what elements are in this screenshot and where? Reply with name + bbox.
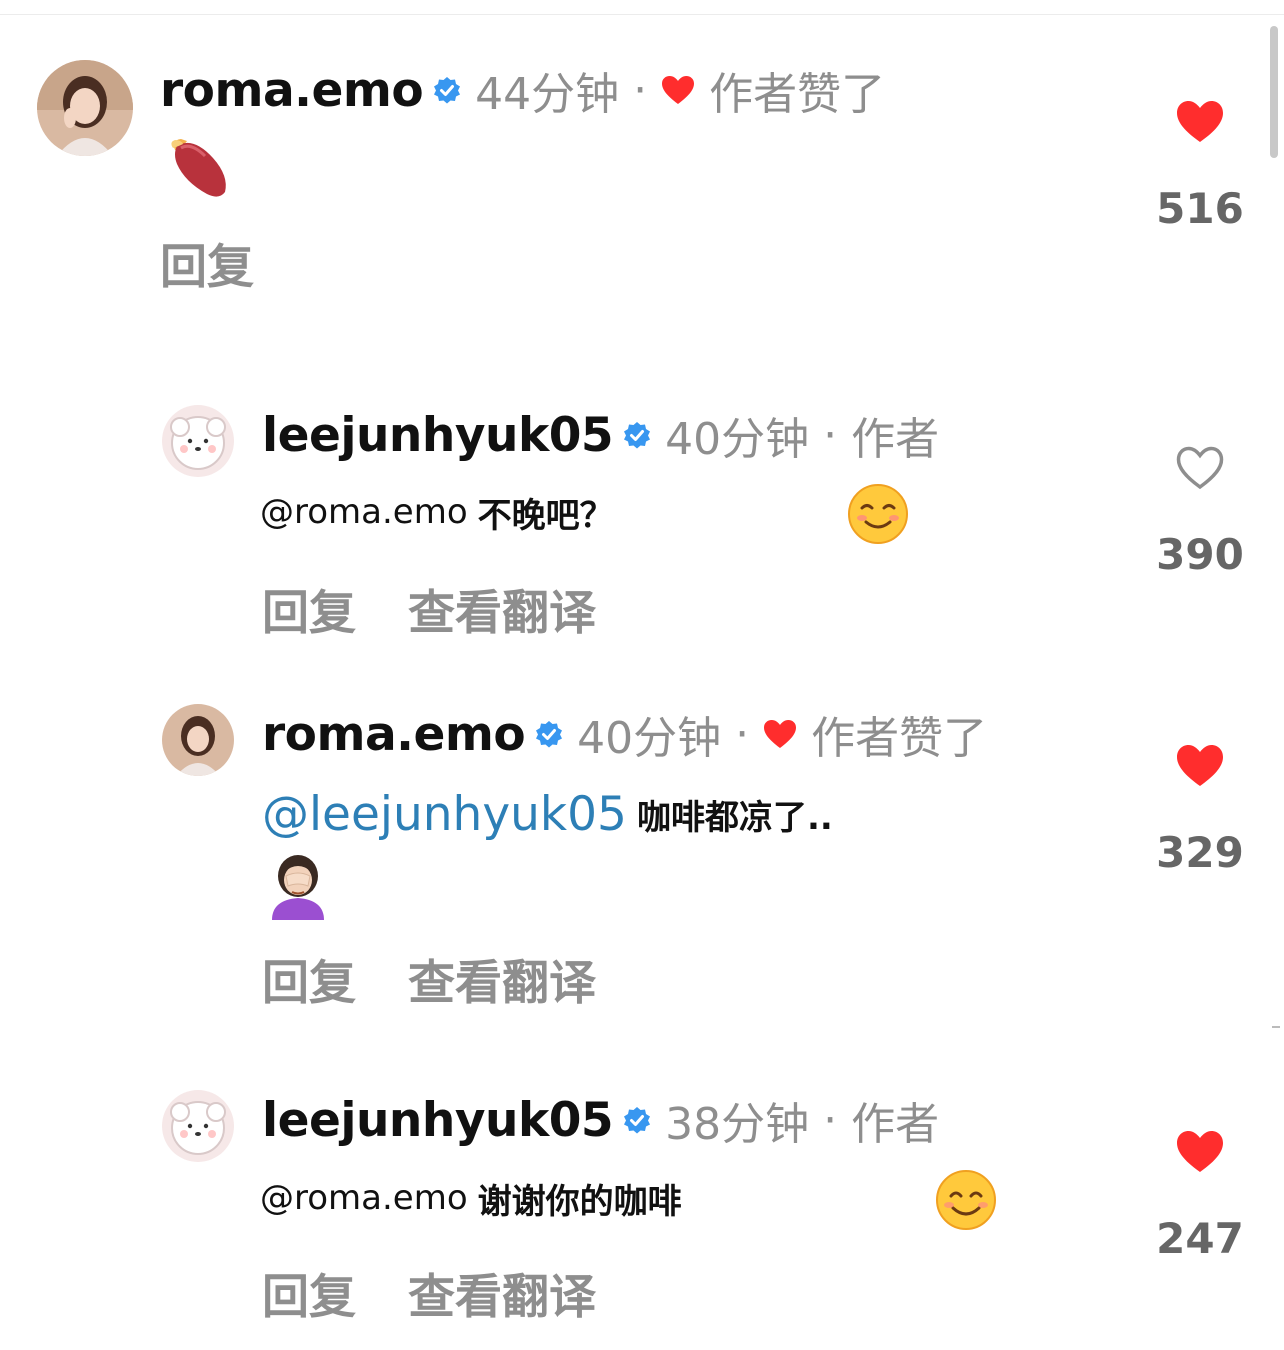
comment-body: @roma.emo 不晚吧？ [260,484,614,540]
like-heart-filled-icon[interactable] [1176,1130,1224,1174]
like-count: 247 [1156,1214,1244,1263]
comment-body: @roma.emo 谢谢你的咖啡 [260,1170,682,1226]
comment-body: @leejunhyuk05 咖啡都凉了.. [262,782,833,846]
comment-text: 咖啡都凉了.. [636,797,833,838]
like-heart-outline-icon[interactable] [1176,446,1224,490]
author-label: 作者 [851,414,940,465]
see-translation-button[interactable]: 查看翻译 [408,574,596,643]
timestamp: 44分钟 [475,69,620,120]
username[interactable]: leejunhyuk05 [262,1093,614,1148]
separator: · [633,64,648,116]
avatar[interactable] [162,704,234,776]
username[interactable]: roma.emo [262,707,526,762]
verified-badge-icon [535,720,563,748]
avatar[interactable] [37,60,133,156]
top-divider [0,14,1284,15]
comment-header: roma.emo 40分钟 · 作者赞了 [262,704,988,765]
author-liked-label: 作者赞了 [811,713,988,764]
sweet-potato-icon [163,132,233,202]
author-liked-label: 作者赞了 [709,69,886,120]
like-column: 390 [1130,446,1270,579]
separator: · [823,409,838,461]
woman-facepalming-icon [264,852,332,920]
smiling-face-icon [846,482,910,546]
see-translation-button[interactable]: 查看翻译 [408,1258,596,1327]
like-count: 516 [1156,184,1244,233]
timestamp: 40分钟 [665,414,810,465]
author-liked-heart-icon [763,719,797,749]
reply-button[interactable]: 回复 [160,228,254,297]
avatar-photo-icon [37,60,133,156]
comment-actions: 回复 查看翻译 [262,1258,648,1327]
avatar-photo-icon [162,704,234,776]
mention-link[interactable]: @roma.emo [260,1178,468,1218]
avatar[interactable] [162,1090,234,1162]
verified-badge-icon [623,1106,651,1134]
author-liked-heart-icon [661,75,695,105]
like-column: 329 [1130,744,1270,877]
like-column: 247 [1130,1130,1270,1263]
like-column: 516 [1130,100,1270,233]
timestamp: 38分钟 [665,1099,810,1150]
dog-avatar-icon [162,405,234,477]
timestamp: 40分钟 [577,713,722,764]
smiling-face-with-smiling-eyes-icon [934,1168,998,1232]
like-heart-filled-icon[interactable] [1176,100,1224,144]
comment-text: 谢谢你的咖啡 [477,1181,682,1222]
separator: · [823,1094,838,1146]
verified-badge-icon [433,76,461,104]
comment-text: 不晚吧？ [477,495,614,536]
comment-actions: 回复 [160,228,306,297]
scrollbar[interactable] [1270,26,1278,158]
see-translation-button[interactable]: 查看翻译 [408,944,596,1013]
reply-button[interactable]: 回复 [262,1258,356,1327]
comment-header: roma.emo 44分钟 · 作者赞了 [160,60,886,121]
like-count: 329 [1156,828,1244,877]
avatar[interactable] [162,405,234,477]
mention-link[interactable]: @leejunhyuk05 [262,787,627,842]
username[interactable]: roma.emo [160,63,424,118]
reply-button[interactable]: 回复 [262,574,356,643]
username[interactable]: leejunhyuk05 [262,408,614,463]
scroll-marker [1272,1026,1280,1028]
reply-button[interactable]: 回复 [262,944,356,1013]
like-heart-filled-icon[interactable] [1176,744,1224,788]
mention-link[interactable]: @roma.emo [260,492,468,532]
separator: · [735,708,750,760]
comment-actions: 回复 查看翻译 [262,944,648,1013]
author-label: 作者 [851,1099,940,1150]
dog-avatar-icon [162,1090,234,1162]
comment-header: leejunhyuk05 38分钟 · 作者 [262,1090,940,1151]
verified-badge-icon [623,421,651,449]
comment-actions: 回复 查看翻译 [262,574,648,643]
like-count: 390 [1156,530,1244,579]
comment-header: leejunhyuk05 40分钟 · 作者 [262,405,940,466]
